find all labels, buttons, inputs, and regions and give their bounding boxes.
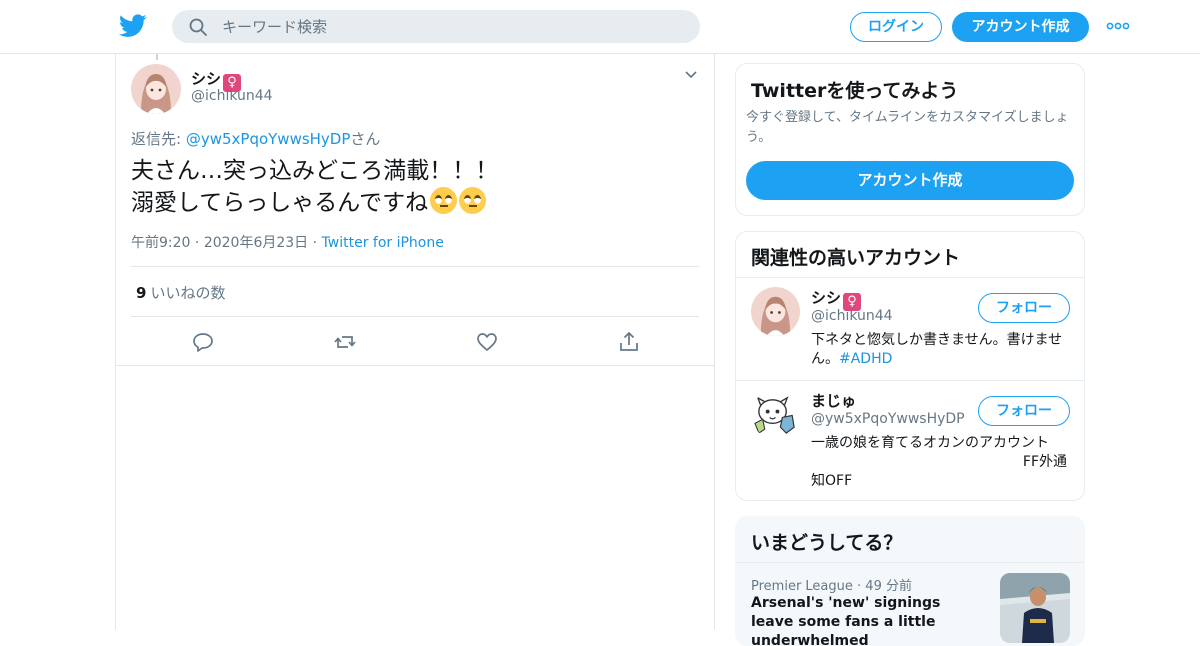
reply-handle-link[interactable]: @yw5xPqoYwwsHyDP	[186, 130, 351, 148]
account-bio-line-3: 知OFF	[811, 473, 853, 489]
author-name-text[interactable]: シシ	[191, 70, 221, 88]
rolling-eyes-emoji-icon	[459, 187, 487, 214]
related-accounts-title: 関連性の高いアカウント	[751, 247, 961, 269]
reply-suffix: さん	[350, 130, 381, 148]
reply-icon[interactable]	[191, 330, 215, 354]
signup-prompt-card: Twitterを使ってみよう 今すぐ登録して、タイムラインをカスタマイズしましょ…	[735, 63, 1085, 216]
more-options-icon[interactable]	[1106, 18, 1130, 34]
follow-button[interactable]: フォロー	[978, 293, 1070, 323]
trend-category: Premier League	[751, 579, 853, 594]
follow-button[interactable]: フォロー	[978, 396, 1070, 426]
account-bio: 下ネタと惚気しか書きません。書けません。#ADHD	[811, 331, 1067, 369]
signup-card-title: Twitterを使ってみよう	[751, 80, 959, 102]
reply-prefix: 返信先:	[131, 130, 186, 148]
like-count: 9	[136, 284, 147, 302]
related-account-item[interactable]: シシ ♀ @ichikun44 フォロー 下ネタと惚気しか書きません。書けません。…	[736, 277, 1084, 380]
account-handle[interactable]: @ichikun44	[811, 308, 893, 324]
account-handle[interactable]: @yw5xPqoYwwsHyDP	[811, 411, 965, 427]
like-count-label: いいねの数	[150, 284, 226, 302]
account-name[interactable]: まじゅ	[811, 390, 856, 411]
like-count-stat[interactable]: 9 いいねの数	[136, 282, 225, 303]
divider	[116, 365, 714, 366]
tweet-text-line-2: 溺愛してらっしゃるんですね	[131, 190, 429, 216]
divider	[736, 562, 1084, 563]
trends-title: いまどうしてる？	[751, 532, 903, 554]
tweet-client-link[interactable]: Twitter for iPhone	[322, 235, 444, 251]
account-avatar[interactable]	[751, 287, 800, 336]
tweet-column: シシ ♀ @ichikun44 返信先: @yw5xPqoYwwsHyDPさん 夫…	[115, 54, 715, 630]
twitter-bird-icon[interactable]	[119, 13, 147, 39]
thread-connector-line	[156, 54, 158, 60]
related-accounts-card: 関連性の高いアカウント シシ ♀ @ichikun44 フォロー 下ネタと惚気しか…	[735, 231, 1085, 501]
tweet-date[interactable]: 2020年6月23日	[204, 235, 308, 251]
signup-button[interactable]: アカウント作成	[952, 12, 1089, 42]
whats-happening-card: いまどうしてる？ Premier League · 49 分前 Arsenal'…	[735, 516, 1085, 646]
top-navigation-bar: ログイン アカウント作成	[0, 0, 1200, 54]
trend-headline[interactable]: Arsenal's 'new' signings leave some fans…	[751, 594, 981, 645]
author-handle[interactable]: @ichikun44	[191, 88, 273, 104]
share-icon[interactable]	[617, 330, 641, 354]
signup-card-description: 今すぐ登録して、タイムラインをカスタマイズしましょう。	[746, 110, 1069, 145]
author-avatar[interactable]	[131, 64, 181, 114]
search-icon	[189, 18, 207, 36]
tweet-metadata: 午前9:20 · 2020年6月23日 · Twitter for iPhone	[131, 232, 444, 252]
rolling-eyes-emoji-icon	[430, 187, 458, 214]
retweet-icon[interactable]	[333, 330, 357, 354]
account-bio-line-2: FF外通	[1022, 454, 1067, 470]
related-account-item[interactable]: まじゅ @yw5xPqoYwwsHyDP フォロー 一歳の娘を育てるオカンのアカ…	[736, 380, 1084, 500]
create-account-button[interactable]: アカウント作成	[746, 161, 1074, 200]
reply-to-line: 返信先: @yw5xPqoYwwsHyDPさん	[131, 128, 380, 149]
trend-thumbnail-image[interactable]	[1000, 573, 1070, 643]
account-bio-line-1: 一歳の娘を育てるオカンのアカウント	[811, 435, 1049, 451]
tweet-text-line-1: 夫さん…突っ込みどころ満載！！！	[131, 158, 499, 184]
search-input[interactable]	[222, 10, 682, 43]
login-button[interactable]: ログイン	[850, 12, 942, 42]
tweet-time[interactable]: 午前9:20	[131, 235, 190, 251]
separator-dot: ·	[312, 235, 322, 251]
separator-dot: ·	[194, 235, 204, 251]
tweet-text: 夫さん…突っ込みどころ満載！！！ 溺愛してらっしゃるんですね	[131, 156, 691, 219]
trend-metadata: Premier League · 49 分前	[751, 575, 912, 594]
divider	[131, 316, 699, 317]
search-box[interactable]	[172, 10, 700, 43]
account-bio: 一歳の娘を育てるオカンのアカウント FF外通 知OFF	[811, 434, 1067, 491]
chevron-down-icon[interactable]	[683, 68, 699, 82]
tweet-actions	[116, 330, 714, 354]
heart-icon[interactable]	[475, 330, 499, 354]
hashtag-link[interactable]: #ADHD	[839, 351, 892, 367]
account-name-text[interactable]: シシ	[811, 289, 841, 307]
account-avatar[interactable]	[751, 390, 800, 439]
divider	[131, 266, 699, 267]
trend-time: 49 分前	[865, 579, 912, 594]
